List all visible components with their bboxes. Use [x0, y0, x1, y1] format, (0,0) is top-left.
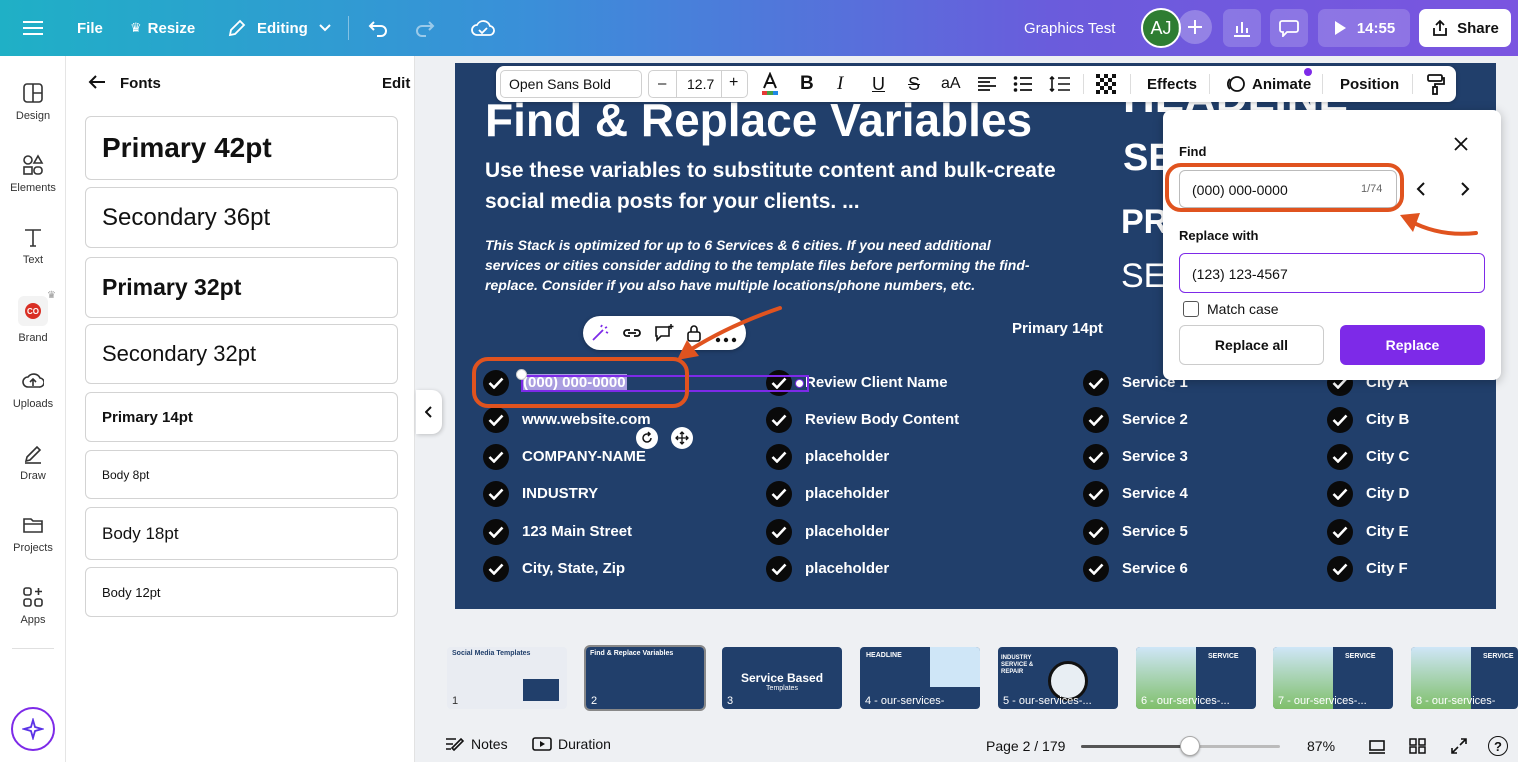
annotation-arrow-canvas: [688, 306, 782, 352]
thumbnail-number: 2: [591, 695, 598, 707]
thumbnail-number: 1: [452, 695, 459, 707]
page-view-icon[interactable]: [1368, 738, 1386, 757]
thumbnail-title: HEADLINE: [866, 652, 902, 659]
thumbnail-number: 7 - our-services-...: [1278, 695, 1367, 707]
thumbnail-title: Social Media Templates: [452, 650, 531, 657]
thumbnail-number: 3: [727, 695, 734, 707]
thumbnail-title: SERVICE: [1208, 653, 1239, 660]
thumbnail-title: INDUSTRY SERVICE & REPAIR: [1001, 655, 1034, 675]
notes-button[interactable]: Notes: [445, 736, 508, 752]
page-thumbnail-8[interactable]: SERVICE 8 - our-services-: [1411, 647, 1518, 709]
duration-button[interactable]: Duration: [532, 736, 611, 752]
thumbnail-image: [930, 647, 980, 687]
thumbnail-number: 4 - our-services-: [865, 695, 945, 707]
duration-icon: [532, 737, 552, 751]
duration-label: Duration: [558, 736, 611, 752]
annotation-highlight-selection: [472, 357, 689, 408]
page-thumbnail-3[interactable]: Service Based Templates 3: [722, 647, 842, 709]
page-thumbnail-2[interactable]: Find & Replace Variables 2: [586, 647, 704, 709]
annotation-arrow-find: [1408, 219, 1478, 236]
page-thumbnail-1[interactable]: Social Media Templates 1: [447, 647, 567, 709]
zoom-slider-fill: [1081, 745, 1190, 748]
thumbnail-title: Service Based: [740, 671, 824, 685]
thumbnail-title: SERVICE: [1483, 653, 1514, 660]
thumbnail-logo: [523, 679, 559, 701]
zoom-slider-thumb[interactable]: [1180, 736, 1200, 756]
page-thumbnail-7[interactable]: SERVICE 7 - our-services-...: [1273, 647, 1393, 709]
page-indicator[interactable]: Page 2 / 179: [986, 738, 1065, 754]
annotation-highlight-find: [1165, 163, 1404, 212]
thumbnail-number: 8 - our-services-: [1416, 695, 1496, 707]
fullscreen-icon[interactable]: [1450, 737, 1468, 758]
annotation-arrowhead-canvas: [677, 340, 699, 360]
page-thumbnail-5[interactable]: INDUSTRY SERVICE & REPAIR 5 - our-servic…: [998, 647, 1118, 709]
notes-label: Notes: [471, 736, 508, 752]
thumbnail-title: SERVICE: [1345, 653, 1376, 660]
help-button[interactable]: ?: [1488, 736, 1508, 756]
page-thumbnail-4[interactable]: HEADLINE 4 - our-services-: [860, 647, 980, 709]
thumbnail-number: 6 - our-services-...: [1141, 695, 1230, 707]
notes-icon: [446, 737, 465, 752]
thumbnail-subtitle: Templates: [766, 685, 798, 692]
zoom-level[interactable]: 87%: [1307, 738, 1335, 754]
thumbnail-number: 5 - our-services-...: [1003, 695, 1092, 707]
page-thumbnail-6[interactable]: SERVICE 6 - our-services-...: [1136, 647, 1256, 709]
bottom-bar: Notes Duration Page 2 / 179 87% ?: [430, 730, 1518, 762]
grid-view-icon[interactable]: [1409, 738, 1427, 757]
thumbnail-title: Find & Replace Variables: [590, 650, 674, 657]
